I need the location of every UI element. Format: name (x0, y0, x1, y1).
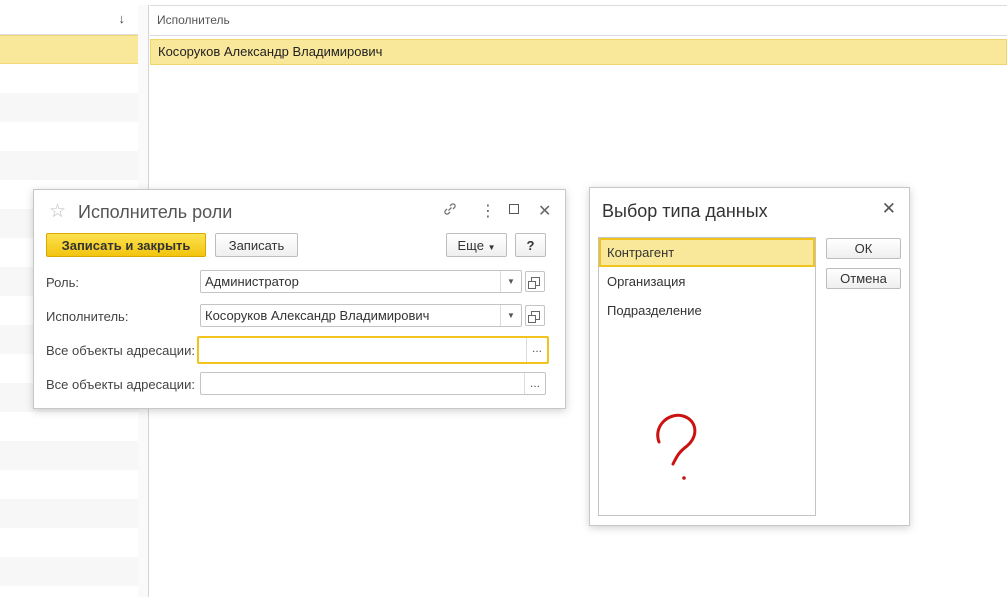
select-button[interactable]: ... (526, 338, 547, 362)
addressing-objects-label: Все объекты адресации: (46, 343, 195, 358)
list-row[interactable] (0, 93, 138, 122)
open-icon (528, 311, 540, 323)
list-row[interactable] (0, 499, 138, 528)
role-value: Администратор (205, 274, 299, 289)
dropdown-icon[interactable]: ▼ (500, 305, 521, 326)
addressing-objects-label: Все объекты адресации: (46, 377, 195, 392)
executor-value: Косоруков Александр Владимирович (205, 308, 430, 323)
list-row[interactable] (0, 557, 138, 586)
more-vertical-icon[interactable]: ⋮ (480, 201, 496, 221)
role-executor-dialog: ☆ Исполнитель роли ⋮ ✕ Записать и закрыт… (33, 189, 566, 409)
dialog-title: Выбор типа данных (602, 201, 768, 221)
close-icon[interactable]: ✕ (882, 199, 896, 219)
dropdown-icon[interactable]: ▼ (500, 271, 521, 292)
table-row[interactable]: Косоруков Александр Владимирович (150, 39, 1007, 65)
role-field[interactable]: Администратор ▼ (200, 270, 522, 293)
list-row[interactable] (0, 412, 138, 441)
left-list-header[interactable]: ↓ (0, 5, 138, 35)
list-row[interactable] (0, 528, 138, 557)
list-item[interactable]: Подразделение (599, 296, 815, 325)
data-type-list: Контрагент Организация Подразделение (598, 237, 816, 516)
handwritten-question-mark (656, 413, 697, 480)
help-button[interactable]: ? (515, 233, 546, 257)
executor-label: Исполнитель: (46, 309, 129, 324)
addressing-objects-field[interactable]: ... (200, 372, 546, 395)
open-role-button[interactable] (525, 271, 545, 292)
more-menu-button[interactable]: Еще ▼ (446, 233, 507, 257)
list-row[interactable] (0, 35, 138, 64)
dialog-title: Исполнитель роли (78, 202, 233, 222)
list-row[interactable] (0, 122, 138, 151)
star-icon[interactable]: ☆ (49, 200, 66, 223)
executor-field[interactable]: Косоруков Александр Владимирович ▼ (200, 304, 522, 327)
select-data-type-dialog: Выбор типа данных ✕ Контрагент Организац… (589, 187, 910, 526)
sort-arrow-icon[interactable]: ↓ (119, 11, 126, 26)
close-icon[interactable]: ✕ (538, 201, 551, 221)
column-header-executor[interactable]: Исполнитель (150, 5, 1007, 36)
list-row[interactable] (0, 151, 138, 180)
link-icon[interactable] (442, 201, 458, 221)
maximize-icon[interactable] (509, 204, 519, 214)
more-menu-label: Еще (457, 238, 484, 253)
save-button[interactable]: Записать (215, 233, 298, 257)
list-row[interactable] (0, 441, 138, 470)
list-item[interactable]: Контрагент (599, 238, 815, 267)
save-and-close-button[interactable]: Записать и закрыть (46, 233, 206, 257)
select-button[interactable]: ... (524, 373, 545, 394)
list-row[interactable] (0, 586, 138, 597)
list-row[interactable] (0, 470, 138, 499)
open-icon (528, 277, 540, 289)
ok-button[interactable]: ОК (826, 238, 901, 259)
list-item[interactable]: Организация (599, 267, 815, 296)
open-executor-button[interactable] (525, 305, 545, 326)
chevron-down-icon: ▼ (487, 243, 496, 252)
list-row[interactable] (0, 64, 138, 93)
cancel-button[interactable]: Отмена (826, 268, 901, 289)
addressing-objects-field[interactable]: ... (197, 336, 549, 364)
role-label: Роль: (46, 275, 80, 290)
